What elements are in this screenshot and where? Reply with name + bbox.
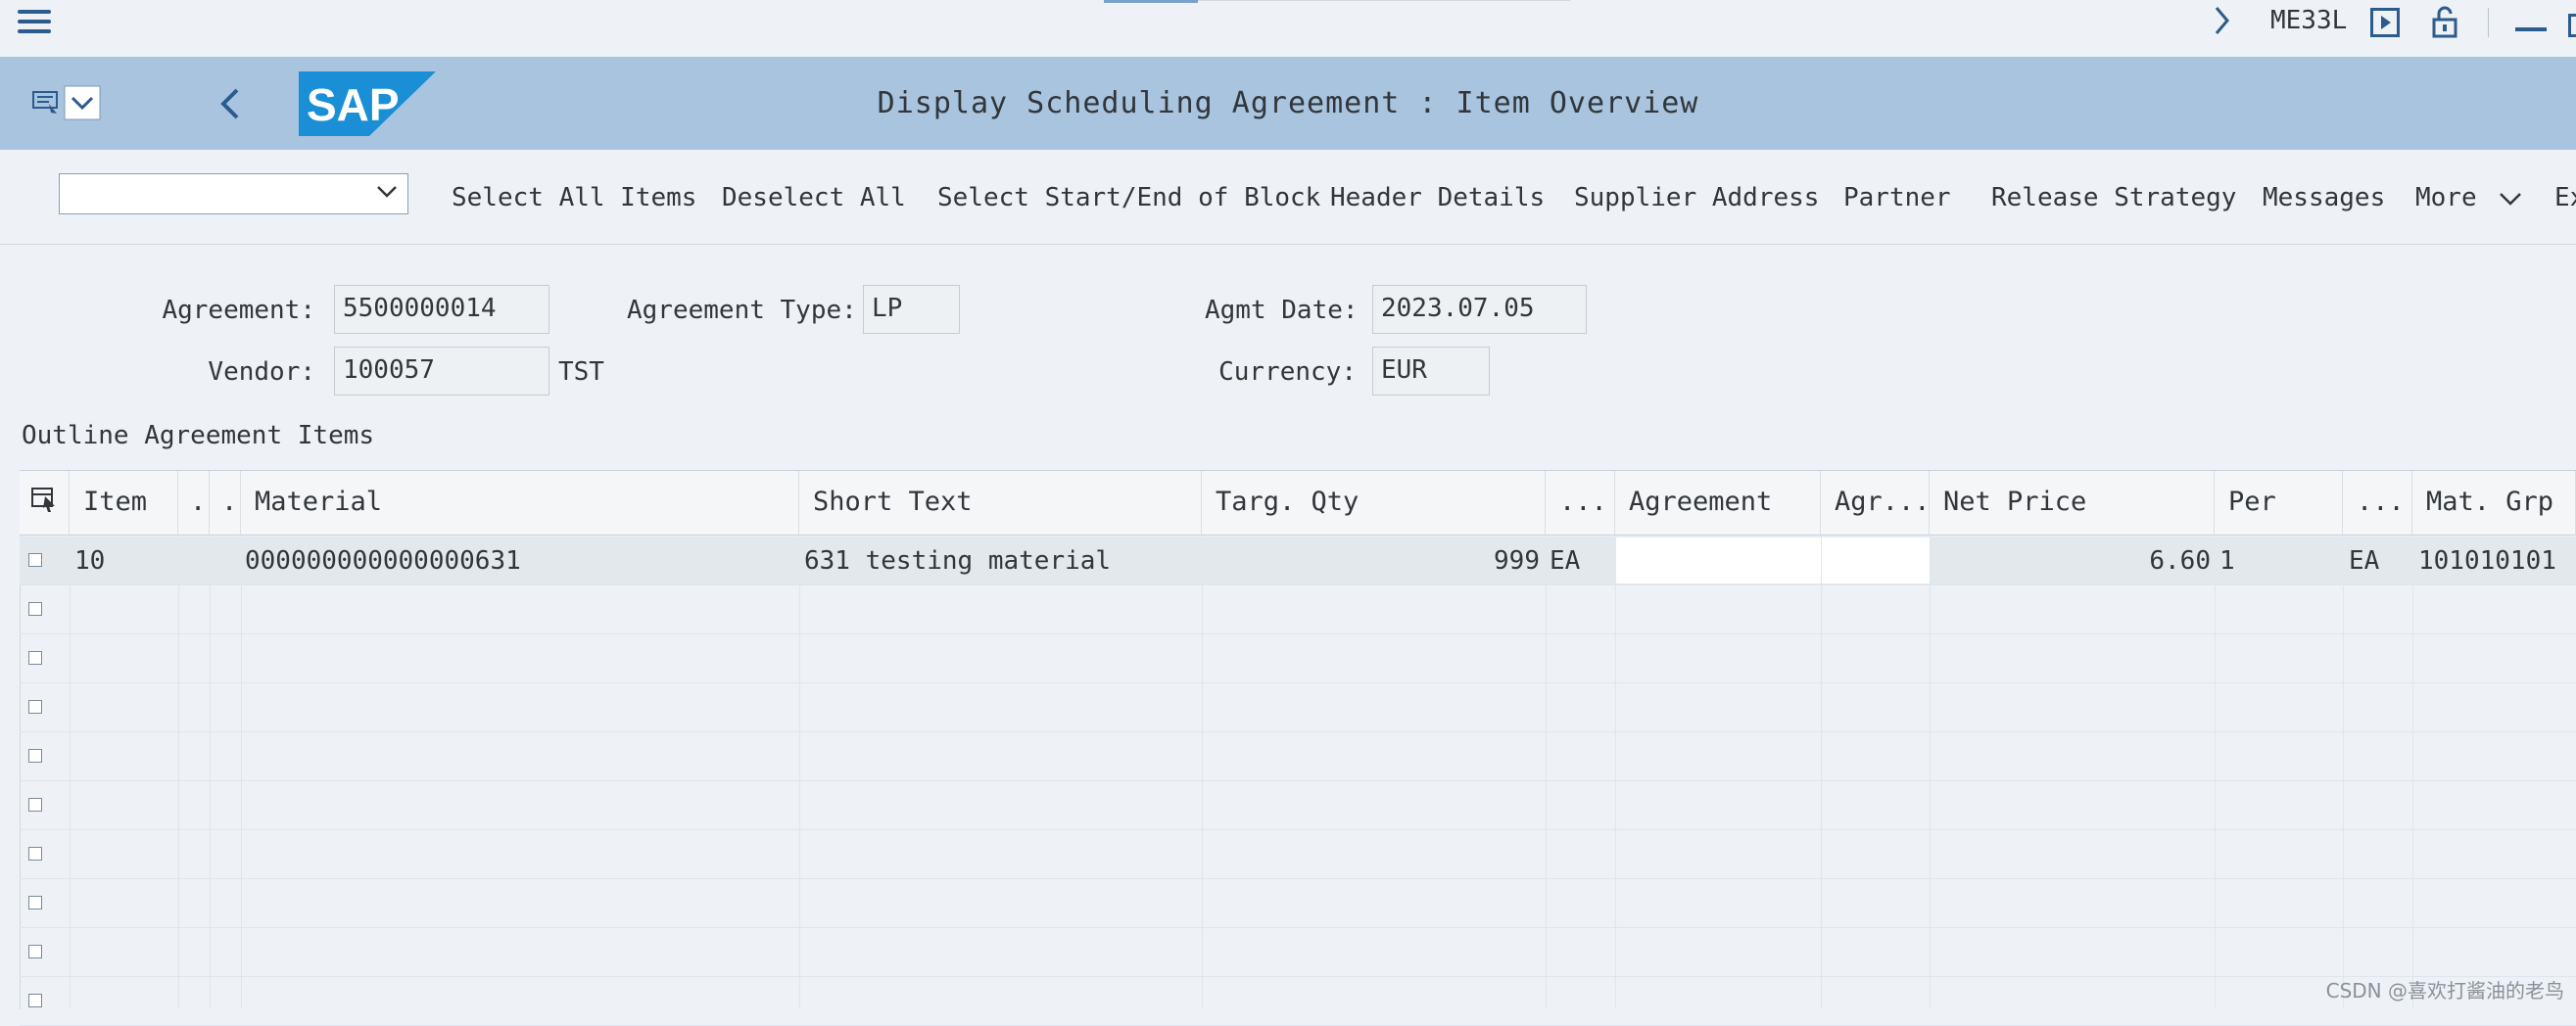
table-row-empty[interactable]	[20, 683, 2576, 732]
cell-order-unit[interactable]: EA	[2349, 536, 2408, 576]
supplier-address-button[interactable]: Supplier Address	[1574, 183, 1819, 212]
table-row-empty[interactable]	[20, 830, 2576, 879]
minimize-icon[interactable]	[2515, 27, 2547, 31]
unlock-icon[interactable]	[2431, 6, 2458, 43]
vendor-field[interactable]: 100057	[334, 347, 549, 396]
col-mat-grp[interactable]: Mat. Grp	[2412, 471, 2576, 536]
partner-button[interactable]: Partner	[1843, 183, 1951, 212]
col-material[interactable]: Material	[241, 471, 799, 536]
top-bar	[0, 0, 2576, 58]
exit-button[interactable]: Ex	[2554, 183, 2576, 212]
cell-short-text[interactable]: 631 testing material	[804, 536, 1196, 576]
row-select-checkbox[interactable]	[28, 994, 42, 1007]
col-dot-1[interactable]: .	[178, 471, 210, 536]
col-short-text[interactable]: Short Text	[799, 471, 1202, 536]
agreement-field[interactable]: 5500000014	[334, 285, 549, 334]
table-row-empty[interactable]	[20, 781, 2576, 830]
chevron-down-icon	[2500, 192, 2522, 206]
cell-net-price[interactable]: 6.60	[1934, 536, 2211, 576]
row-select-checkbox[interactable]	[28, 945, 42, 958]
vendor-label: Vendor:	[208, 357, 315, 387]
chevron-down-icon	[374, 178, 400, 210]
col-per[interactable]: Per	[2215, 471, 2343, 536]
row-select-checkbox[interactable]	[28, 896, 42, 909]
col-agreement[interactable]: Agreement	[1615, 471, 1821, 536]
row-select-checkbox[interactable]	[28, 553, 42, 567]
cell-mat-grp[interactable]: 101010101	[2418, 536, 2575, 576]
cell-unit[interactable]: EA	[1550, 536, 1612, 576]
table-row-empty[interactable]	[20, 928, 2576, 977]
chevron-right-icon[interactable]	[2212, 4, 2233, 45]
header-details-button[interactable]: Header Details	[1330, 183, 1545, 212]
row-select-checkbox[interactable]	[28, 798, 42, 812]
col-dot-2[interactable]: .	[210, 471, 241, 536]
table-row-empty[interactable]	[20, 585, 2576, 634]
col-net-price[interactable]: Net Price	[1930, 471, 2215, 536]
toolbar-dropdown[interactable]	[59, 173, 408, 214]
row-select-checkbox[interactable]	[28, 700, 42, 714]
row-select-checkbox[interactable]	[28, 749, 42, 763]
table-row-empty[interactable]	[20, 732, 2576, 781]
watermark: CSDN @喜欢打酱油的老鸟	[2325, 979, 2564, 1003]
section-title: Outline Agreement Items	[22, 421, 375, 450]
vendor-name: TST	[558, 357, 604, 387]
row-select-checkbox[interactable]	[28, 651, 42, 665]
agreement-type-field[interactable]: LP	[863, 285, 960, 334]
agreement-cell-input[interactable]	[1616, 537, 1822, 583]
cell-item[interactable]: 10	[74, 536, 172, 576]
messages-button[interactable]: Messages	[2263, 183, 2385, 212]
currency-label: Currency:	[1218, 357, 1357, 387]
agr-cell-input[interactable]	[1822, 537, 1931, 583]
agreement-type-label: Agreement Type:	[627, 296, 857, 325]
col-order-unit[interactable]: ...	[2343, 471, 2412, 536]
row-select-checkbox[interactable]	[28, 847, 42, 861]
table-settings-icon[interactable]	[20, 471, 70, 536]
page-title: Display Scheduling Agreement : Item Over…	[877, 86, 1699, 120]
top-accent-line	[1104, 0, 1198, 3]
table-row-empty[interactable]	[20, 634, 2576, 683]
select-block-button[interactable]: Select Start/End of Block	[937, 183, 1320, 212]
deselect-all-button[interactable]: Deselect All	[722, 183, 906, 212]
col-targ-qty[interactable]: Targ. Qty	[1202, 471, 1546, 536]
window-edge-icon[interactable]	[2568, 14, 2576, 37]
cell-per[interactable]: 1	[2219, 536, 2337, 576]
menu-icon[interactable]	[18, 8, 51, 37]
row-select-checkbox[interactable]	[28, 602, 42, 616]
select-all-items-button[interactable]: Select All Items	[452, 183, 696, 212]
col-agr[interactable]: Agr...	[1821, 471, 1930, 536]
table-row-empty[interactable]	[20, 977, 2576, 1026]
cell-material[interactable]: 000000000000000631	[245, 536, 793, 576]
agreement-label: Agreement:	[162, 296, 315, 325]
top-divider-line	[1198, 0, 1570, 1]
divider	[2488, 8, 2489, 37]
cell-targ-qty[interactable]: 999	[1207, 536, 1540, 576]
more-label: More	[2415, 183, 2477, 212]
col-unit[interactable]: ...	[1546, 471, 1615, 536]
agmt-date-field[interactable]: 2023.07.05	[1372, 285, 1587, 334]
currency-field[interactable]: EUR	[1372, 347, 1490, 396]
col-item[interactable]: Item	[70, 471, 178, 536]
transaction-code: ME33L	[2270, 6, 2348, 35]
play-icon[interactable]	[2370, 8, 2400, 41]
agmt-date-label: Agmt Date:	[1205, 296, 1359, 325]
release-strategy-button[interactable]: Release Strategy	[1991, 183, 2236, 212]
table-row-empty[interactable]	[20, 879, 2576, 928]
more-button[interactable]: More	[2415, 183, 2523, 212]
